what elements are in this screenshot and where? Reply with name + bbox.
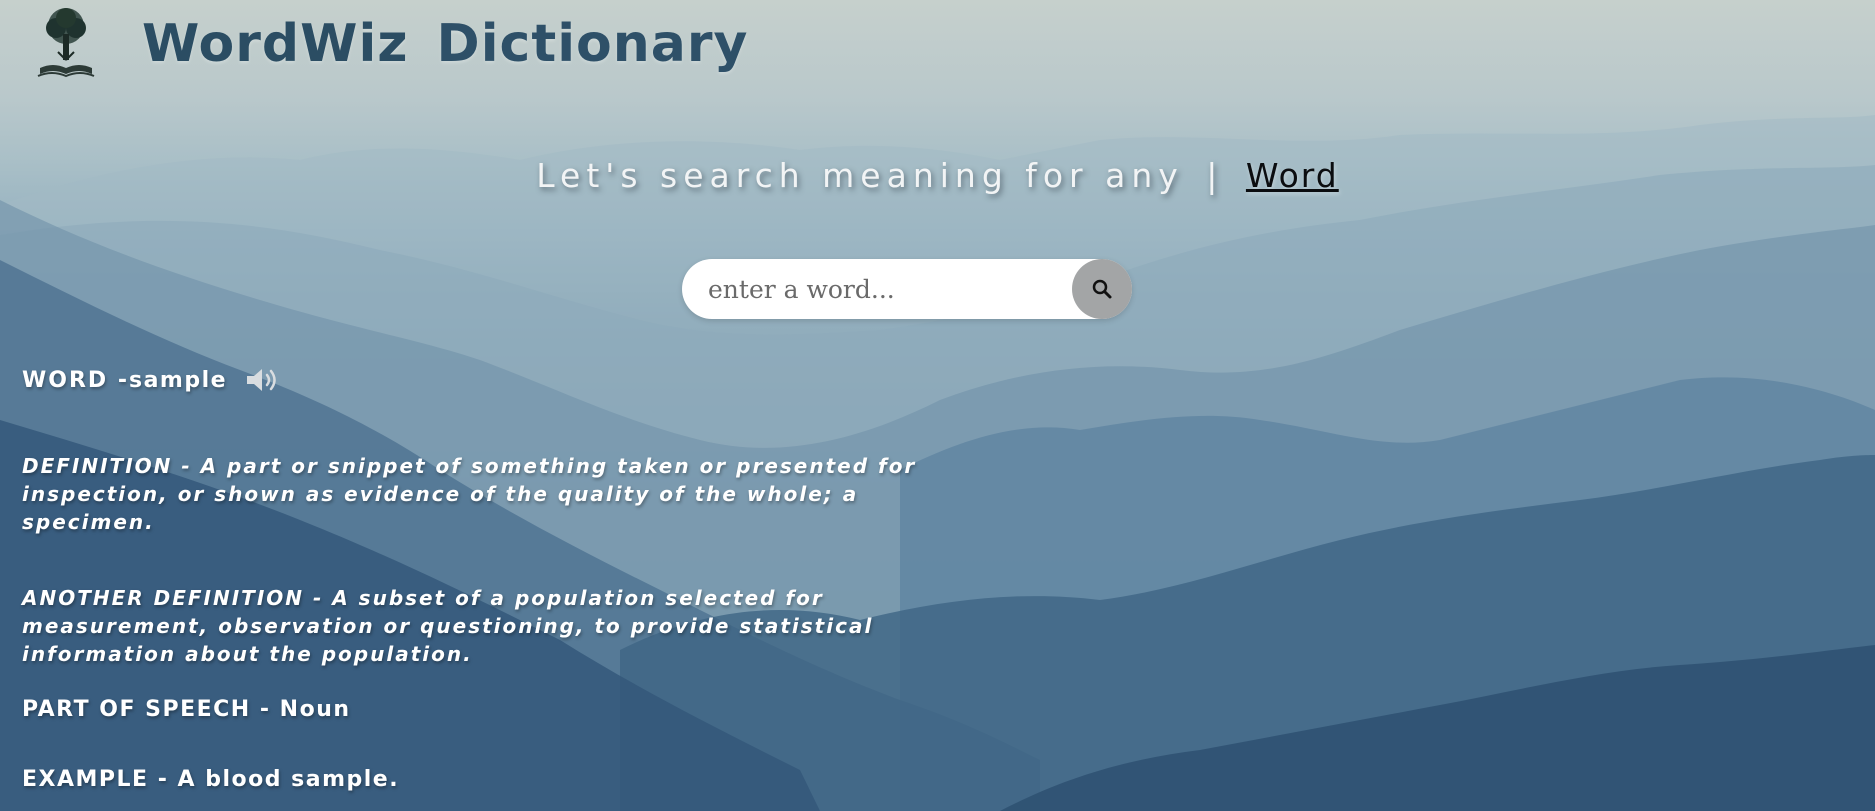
result-definition: DEFINITION - A part or snippet of someth… [22,452,962,536]
brand-suffix: Dictionary [436,13,749,74]
tagline-highlight: Word [1245,156,1339,195]
tree-book-icon[interactable] [36,6,96,81]
search-bar [682,259,1132,319]
search-button[interactable] [1072,259,1132,319]
part-of-speech-value: Noun [279,697,351,722]
site-header: WordWiz Dictionary [36,6,748,81]
word-value: sample [128,367,228,393]
mountain-background [0,115,1875,811]
search-icon [1092,279,1112,299]
another-definition-label: ANOTHER DEFINITION - [22,586,333,610]
result-example: EXAMPLE - A blood sample. [22,767,399,792]
tagline-text: Let's search meaning for any [536,156,1184,195]
example-label: EXAMPLE - [22,767,178,792]
hero-tagline: Let's search meaning for any | Word [0,156,1875,195]
part-of-speech-label: PART OF SPEECH - [22,697,280,722]
search-input[interactable] [706,273,1070,305]
speaker-icon[interactable] [243,365,283,395]
result-another-definition: ANOTHER DEFINITION - A subset of a popul… [22,584,982,668]
result-part-of-speech: PART OF SPEECH - Noun [22,697,351,722]
result-word: WORD - sample [22,365,283,395]
brand-name: WordWiz [142,13,409,74]
brand-title: WordWiz Dictionary [142,18,748,70]
word-label: WORD - [22,367,129,393]
tagline-separator: | [1206,156,1224,195]
definition-label: DEFINITION - [22,454,201,478]
example-value: A blood sample. [177,767,400,792]
